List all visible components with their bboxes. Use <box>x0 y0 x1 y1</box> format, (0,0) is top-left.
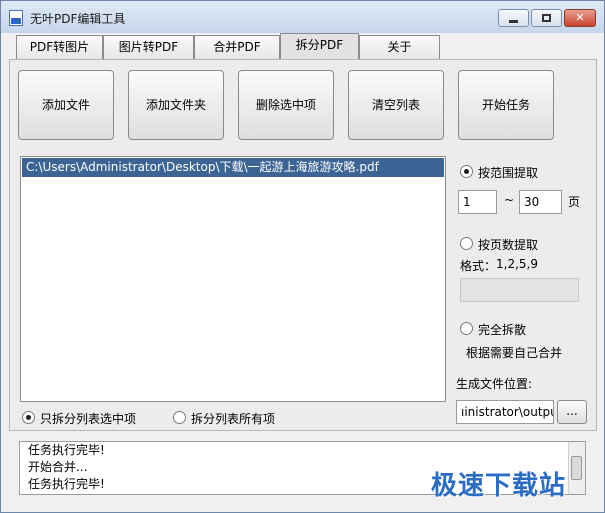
tab-merge-pdf[interactable]: 合并PDF <box>194 35 280 59</box>
pages-input[interactable] <box>460 278 579 302</box>
page-unit-label: 页 <box>568 195 581 209</box>
title-bar: 无叶PDF编辑工具 ✕ <box>1 1 604 33</box>
maximize-icon <box>542 14 551 22</box>
split-selected-only-label[interactable]: 只拆分列表选中项 <box>40 410 136 427</box>
maximize-button[interactable] <box>531 9 562 27</box>
range-from-input[interactable]: 1 <box>458 190 497 214</box>
minimize-button[interactable] <box>498 9 529 27</box>
close-button[interactable]: ✕ <box>564 9 596 27</box>
log-line: 开始合并... <box>28 460 88 474</box>
format-label: 格式： <box>460 259 497 273</box>
add-folder-button[interactable]: 添加文件夹 <box>128 70 224 140</box>
by-range-radio[interactable] <box>460 165 473 178</box>
delete-selected-button[interactable]: 删除选中项 <box>238 70 334 140</box>
split-pdf-panel: 添加文件 添加文件夹 删除选中项 清空列表 开始任务 C:\Users\Admi… <box>9 59 597 431</box>
app-window: 无叶PDF编辑工具 ✕ PDF转图片 图片转PDF 合并PDF 拆分PDF 关于… <box>0 0 605 513</box>
clear-list-button[interactable]: 清空列表 <box>348 70 444 140</box>
file-list-item[interactable]: C:\Users\Administrator\Desktop\下载\一起游上海旅… <box>22 158 444 177</box>
window-title: 无叶PDF编辑工具 <box>30 12 126 26</box>
app-pdf-icon <box>9 10 23 26</box>
tab-split-pdf[interactable]: 拆分PDF <box>280 33 359 59</box>
log-scrollbar[interactable] <box>568 442 585 494</box>
minimize-icon <box>509 20 518 23</box>
output-location-label: 生成文件位置: <box>456 377 533 391</box>
split-all-label[interactable]: 拆分列表所有项 <box>191 410 275 427</box>
add-file-button[interactable]: 添加文件 <box>18 70 114 140</box>
full-split-hint: 根据需要自己合并 <box>466 346 563 360</box>
full-split-label[interactable]: 完全拆散 <box>478 321 526 338</box>
full-split-radio[interactable] <box>460 322 473 335</box>
by-pages-label[interactable]: 按页数提取 <box>478 236 538 253</box>
split-all-radio[interactable] <box>173 411 186 424</box>
close-icon: ✕ <box>575 11 585 24</box>
output-path-input[interactable]: ıinistrator\output <box>456 400 554 424</box>
range-separator: ~ <box>504 193 515 207</box>
log-line: 任务执行完毕! <box>28 477 105 491</box>
split-selected-only-radio[interactable] <box>22 411 35 424</box>
log-scrollbar-thumb[interactable] <box>571 456 582 480</box>
format-example: 1,2,5,9 <box>496 257 538 271</box>
log-line: 任务执行完毕! <box>28 443 105 457</box>
browse-button[interactable]: ... <box>557 400 587 424</box>
start-task-button[interactable]: 开始任务 <box>458 70 554 140</box>
by-pages-radio[interactable] <box>460 237 473 250</box>
tab-image-to-pdf[interactable]: 图片转PDF <box>103 35 194 59</box>
watermark-text: 极速下载站 <box>431 471 567 501</box>
range-to-input[interactable]: 30 <box>519 190 562 214</box>
by-range-label[interactable]: 按范围提取 <box>478 164 538 181</box>
tab-pdf-to-image[interactable]: PDF转图片 <box>16 35 103 59</box>
tab-about[interactable]: 关于 <box>359 35 440 59</box>
file-list[interactable]: C:\Users\Administrator\Desktop\下载\一起游上海旅… <box>20 156 446 402</box>
